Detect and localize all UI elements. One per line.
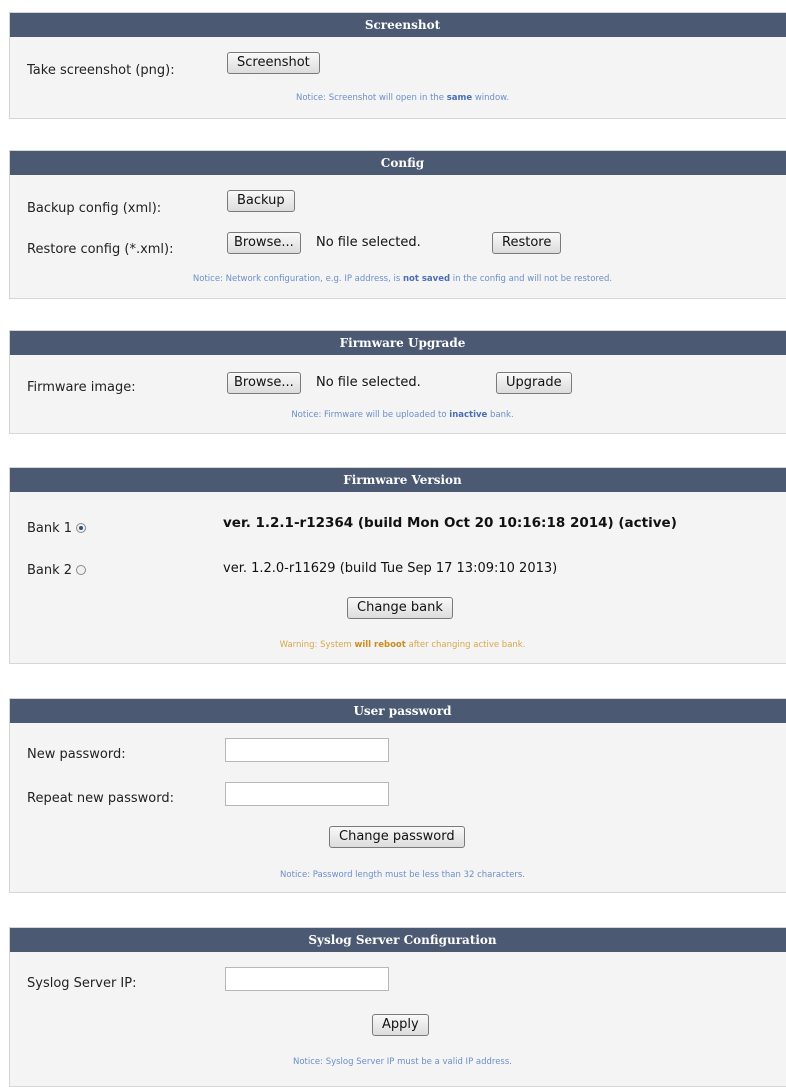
change-bank-warning: Warning: System will reboot after changi…: [279, 640, 526, 650]
syslog-panel-title: Syslog Server Configuration: [10, 928, 786, 952]
firmware-upgrade-notice: Notice: Firmware will be uploaded to ina…: [291, 410, 514, 420]
firmware-upgrade-panel: Firmware Upgrade Firmware image: Browse.…: [9, 330, 786, 434]
bank2-radio[interactable]: [76, 565, 87, 575]
syslog-notice: Notice: Syslog Server IP must be a valid…: [292, 1057, 512, 1067]
bank2-row-label: Bank 2: [27, 563, 87, 578]
upgrade-button[interactable]: Upgrade: [496, 372, 572, 394]
syslog-ip-label: Syslog Server IP:: [27, 976, 137, 991]
syslog-ip-input[interactable]: [225, 967, 389, 991]
bank1-label: Bank 1: [27, 521, 73, 536]
syslog-panel: Syslog Server Configuration Syslog Serve…: [9, 927, 786, 1087]
firmware-version-panel-title: Firmware Version: [10, 468, 786, 492]
bank1-version: ver. 1.2.1-r12364 (build Mon Oct 20 10:1…: [223, 515, 677, 531]
config-browse-button[interactable]: Browse...: [227, 232, 301, 254]
config-file-status: No file selected.: [316, 235, 421, 250]
firmware-browse-button[interactable]: Browse...: [227, 372, 301, 394]
take-screenshot-label: Take screenshot (png):: [27, 63, 175, 78]
screenshot-panel-title: Screenshot: [10, 13, 786, 37]
firmware-upgrade-panel-title: Firmware Upgrade: [10, 331, 786, 355]
repeat-password-label: Repeat new password:: [27, 791, 174, 806]
config-panel-title: Config: [10, 151, 786, 175]
bank1-row-label: Bank 1: [27, 521, 87, 536]
screenshot-panel: Screenshot Take screenshot (png): Screen…: [9, 12, 786, 119]
syslog-apply-button[interactable]: Apply: [372, 1014, 429, 1036]
new-password-input[interactable]: [225, 738, 389, 762]
firmware-image-label: Firmware image:: [27, 380, 136, 395]
bank2-version: ver. 1.2.0-r11629 (build Tue Sep 17 13:0…: [223, 561, 558, 576]
new-password-label: New password:: [27, 747, 126, 762]
user-password-panel: User password New password: Repeat new p…: [9, 698, 786, 893]
change-bank-button[interactable]: Change bank: [347, 597, 453, 619]
password-notice: Notice: Password length must be less tha…: [280, 870, 525, 880]
change-password-button[interactable]: Change password: [329, 826, 465, 848]
repeat-password-input[interactable]: [225, 782, 389, 806]
firmware-file-status: No file selected.: [316, 375, 421, 390]
config-notice: Notice: Network configuration, e.g. IP a…: [192, 274, 613, 284]
restore-config-label: Restore config (*.xml):: [27, 242, 174, 257]
restore-button[interactable]: Restore: [492, 232, 562, 254]
backup-config-label: Backup config (xml):: [27, 201, 162, 216]
user-password-panel-title: User password: [10, 699, 786, 723]
firmware-version-panel: Firmware Version Bank 1 ver. 1.2.1-r1236…: [9, 467, 786, 664]
backup-button[interactable]: Backup: [227, 190, 295, 212]
bank1-radio[interactable]: [76, 523, 87, 533]
screenshot-notice: Notice: Screenshot will open in the same…: [295, 93, 510, 103]
bank2-label: Bank 2: [27, 563, 73, 578]
config-panel: Config Backup config (xml): Backup Resto…: [9, 150, 786, 299]
screenshot-button[interactable]: Screenshot: [227, 52, 320, 74]
